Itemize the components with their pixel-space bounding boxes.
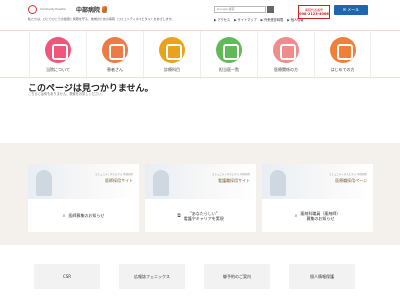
mail-button[interactable]: ✉ メール xyxy=(334,5,368,15)
logo-mark-icon xyxy=(28,5,37,14)
footer-link-privacy[interactable]: 個人情報保護 xyxy=(289,264,355,289)
recruit-card-doctor[interactable]: コミュニティホスピタル 中部病院 医師採用サイト ⌕ 医師募集のお知らせ xyxy=(28,164,139,232)
hospital-logo[interactable]: Community Hospital 中部病院 xyxy=(28,5,108,14)
card-banner: コミュニティホスピタル 中部病院 看護職採用サイト xyxy=(145,164,256,199)
sitemap-link[interactable]: ▶ サイトマップ xyxy=(234,17,257,22)
nav-label: 医療関係の方 xyxy=(274,67,298,72)
card-banner-subtitle: コミュニティホスピタル 中部病院 xyxy=(94,173,133,176)
nav-item-departments[interactable]: 診療科目 xyxy=(143,31,200,79)
card-body: ⌕ 医師募集のお知らせ xyxy=(28,203,139,229)
card-banner-title: 医療職採用ページ xyxy=(335,178,367,183)
page-description: こちらには何もありません。検索をお試しください。 xyxy=(28,92,105,96)
search-input[interactable]: Google 検索 xyxy=(214,6,266,13)
calendar-icon xyxy=(329,37,356,63)
tagline: 私たちは、ひとりひとりの健康と笑顔を守る、地域のための病院（コミュニティホスピタ… xyxy=(28,17,175,21)
outpatient-hours-link[interactable]: ▶ 外来受診時間 xyxy=(261,17,284,22)
main-nav: 当院について 患者さん 診療科目 担当医一覧 医療関係の方 はじめての方 xyxy=(0,30,400,79)
card-banner-subtitle: コミュニティホスピタル 中部病院 xyxy=(328,173,367,176)
logo-subtitle: Community Hospital xyxy=(40,8,66,11)
person-photo xyxy=(36,170,52,196)
footer-link-reservation[interactable]: 御予約のご案内 xyxy=(204,264,270,289)
logo-swirl-icon xyxy=(102,6,108,13)
header-links: ▶ アクセス ▶ サイトマップ ▶ 外来受診時間 ▶ 個人情報 xyxy=(214,17,303,22)
footer-link-csr[interactable]: CSR xyxy=(34,264,100,289)
magnifier-icon: ⌕ xyxy=(294,213,298,219)
card-text: 薬剤科職員（薬剤師） 募集のお知らせ xyxy=(300,210,341,222)
card-banner: コミュニティホスピタル 中部病院 医療職採用ページ xyxy=(262,164,373,199)
card-banner-subtitle: コミュニティホスピタル 中部病院 xyxy=(211,173,250,176)
magnifier-icon: ⌕ xyxy=(62,213,66,219)
person-photo xyxy=(270,170,286,196)
card-banner-title: 看護職採用サイト xyxy=(218,178,250,183)
phone-box: 病院代表番号 098-2123-4066 xyxy=(298,5,330,19)
nav-label: 担当医一覧 xyxy=(219,67,239,72)
card-body: ⧉ "あなたらしい" 看護やキャリアを実現 xyxy=(145,203,256,229)
hospital-icon xyxy=(45,37,71,63)
stethoscope-icon xyxy=(102,37,128,63)
card-body: ⌕ 薬剤科職員（薬剤師） 募集のお知らせ xyxy=(262,203,373,229)
nav-item-patients[interactable]: 患者さん xyxy=(86,31,143,79)
nav-item-medical-professionals[interactable]: 医療関係の方 xyxy=(257,31,314,79)
hand-icon xyxy=(159,37,185,63)
recruit-card-pharmacist[interactable]: コミュニティホスピタル 中部病院 医療職採用ページ ⌕ 薬剤科職員（薬剤師） 募… xyxy=(262,164,373,232)
nav-item-about[interactable]: 当院について xyxy=(29,31,86,79)
card-banner: コミュニティホスピタル 中部病院 医師採用サイト xyxy=(28,164,139,199)
nav-item-doctors[interactable]: 担当医一覧 xyxy=(200,31,257,79)
recruit-card-nurse[interactable]: コミュニティホスピタル 中部病院 看護職採用サイト ⧉ "あなたらしい" 看護や… xyxy=(145,164,256,232)
nav-item-first-visit[interactable]: はじめての方 xyxy=(314,31,371,79)
logo-name: 中部病院 xyxy=(76,7,101,14)
card-text: 医師募集のお知らせ xyxy=(68,213,105,219)
nav-label: 当院について xyxy=(46,67,70,72)
nav-label: 診療科目 xyxy=(164,67,180,72)
phone-number[interactable]: 098-2123-4066 xyxy=(299,12,329,16)
site-header: Community Hospital 中部病院 私たちは、ひとりひとりの健康と笑… xyxy=(0,0,400,30)
person-photo xyxy=(153,170,169,196)
nav-label: はじめての方 xyxy=(330,67,355,72)
nav-label: 患者さん xyxy=(107,67,123,72)
expand-icon: ⧉ xyxy=(177,213,181,219)
card-banner-title: 医師採用サイト xyxy=(105,178,133,183)
doctor-icon xyxy=(216,37,242,63)
access-link[interactable]: ▶ アクセス xyxy=(214,17,230,22)
footer-link-newsletter[interactable]: 広報誌フェニックス xyxy=(119,264,185,289)
search-button[interactable] xyxy=(267,6,274,13)
glasses-icon xyxy=(273,37,299,63)
card-text: "あなたらしい" 看護やキャリアを実現 xyxy=(183,210,224,222)
